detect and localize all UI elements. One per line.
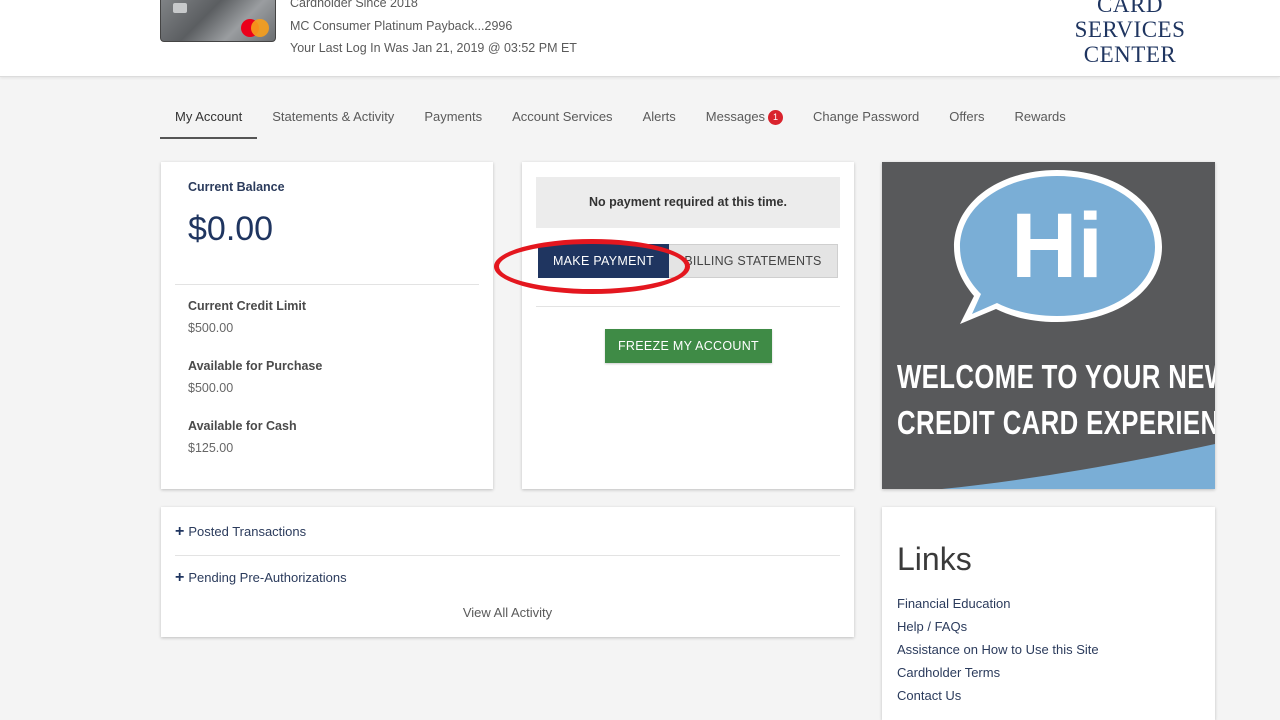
highlight-circle — [494, 239, 690, 294]
credit-limit-value: $500.00 — [188, 321, 234, 335]
tab-label: Messages — [705, 109, 766, 124]
divider — [175, 284, 479, 285]
card-chip — [173, 3, 187, 13]
credit-limit-stat: Current Credit Limit $500.00 — [188, 299, 306, 335]
brand-line-1: CARD SERVICES — [1074, 0, 1186, 42]
cardholder-since: Cardholder Since 2018 — [290, 0, 418, 10]
cardholder-info: Cardholder Since 2018 MC Consumer Platin… — [290, 0, 577, 60]
link-cardholder-terms[interactable]: Cardholder Terms — [897, 661, 1099, 684]
brand-logo: CARD SERVICES CENTER — [1040, 0, 1220, 67]
credit-limit-label: Current Credit Limit — [188, 299, 307, 313]
links-title: Links — [897, 541, 972, 577]
credit-card-image — [160, 0, 276, 42]
balance-panel: Current Balance $0.00 Current Credit Lim… — [161, 162, 493, 489]
messages-count-badge: 1 — [768, 110, 784, 125]
last-login: Your Last Log In Was Jan 21, 2019 @ 03:5… — [290, 41, 577, 55]
pending-preauth-label: Pending Pre-Authorizations — [188, 570, 347, 585]
welcome-promo-banner[interactable]: Hi WELCOME TO YOUR NEW CREDIT CARD EXPER… — [882, 162, 1215, 489]
posted-transactions-label: Posted Transactions — [188, 524, 307, 539]
links-panel: Links Financial Education Help / FAQs As… — [882, 507, 1215, 720]
billing-statements-button[interactable]: BILLING STATEMENTS — [668, 244, 838, 278]
tab-my-account[interactable]: My Account — [160, 97, 258, 139]
bubble-text: Hi — [1011, 195, 1103, 297]
tab-messages[interactable]: Messages 1 — [691, 97, 798, 139]
tab-alerts[interactable]: Alerts — [628, 97, 691, 139]
available-cash-value: $125.00 — [188, 441, 234, 455]
brand-line-2: CENTER — [1083, 42, 1177, 67]
tab-label: Payments — [424, 109, 483, 124]
tab-account-services[interactable]: Account Services — [497, 97, 627, 139]
tab-rewards[interactable]: Rewards — [999, 97, 1080, 139]
tab-label: Account Services — [512, 109, 613, 124]
tab-change-password[interactable]: Change Password — [798, 97, 934, 139]
promo-headline: WELCOME TO YOUR NEW CREDIT CARD EXPERIEN… — [897, 354, 1215, 446]
tab-label: Offers — [949, 109, 985, 124]
main-nav: My Account Statements & Activity Payment… — [160, 97, 1081, 139]
posted-transactions-toggle[interactable]: + Posted Transactions — [175, 523, 306, 541]
transactions-panel: + Posted Transactions + Pending Pre-Author… — [161, 507, 854, 637]
tab-label: Statements & Activity — [272, 109, 395, 124]
promo-line-1: WELCOME TO YOUR NEW — [897, 358, 1215, 395]
tab-offers[interactable]: Offers — [934, 97, 999, 139]
mastercard-icon — [241, 19, 269, 37]
link-site-assistance[interactable]: Assistance on How to Use this Site — [897, 638, 1099, 661]
tab-statements-activity[interactable]: Statements & Activity — [257, 97, 409, 139]
freeze-account-button[interactable]: FREEZE MY ACCOUNT — [605, 329, 772, 363]
link-contact-us[interactable]: Contact Us — [897, 684, 1099, 707]
tab-payments[interactable]: Payments — [409, 97, 497, 139]
available-cash-label: Available for Cash — [188, 419, 297, 433]
view-all-activity-link[interactable]: View All Activity — [161, 605, 854, 620]
tab-label: My Account — [175, 109, 243, 124]
pending-preauth-toggle[interactable]: + Pending Pre-Authorizations — [175, 569, 347, 587]
divider — [175, 555, 840, 556]
available-purchase-label: Available for Purchase — [188, 359, 323, 373]
tab-label: Change Password — [813, 109, 920, 124]
link-financial-education[interactable]: Financial Education — [897, 592, 1099, 615]
links-list: Financial Education Help / FAQs Assistan… — [897, 592, 1099, 707]
current-balance-amount: $0.00 — [188, 210, 274, 248]
tab-label: Alerts — [642, 109, 676, 124]
plus-icon: + — [175, 569, 185, 586]
available-purchase-value: $500.00 — [188, 381, 234, 395]
divider — [536, 306, 840, 307]
link-help-faqs[interactable]: Help / FAQs — [897, 615, 1099, 638]
payment-notice: No payment required at this time. — [536, 177, 840, 228]
page-header: Cardholder Since 2018 MC Consumer Platin… — [0, 0, 1280, 77]
plus-icon: + — [175, 523, 185, 540]
tab-label: Rewards — [1014, 109, 1066, 124]
promo-line-2: CREDIT CARD EXPERIENCE! — [897, 404, 1215, 441]
current-balance-label: Current Balance — [188, 180, 285, 194]
available-cash-stat: Available for Cash $125.00 — [188, 419, 297, 455]
account-name: MC Consumer Platinum Payback...2996 — [290, 18, 513, 33]
payment-panel: No payment required at this time. BILLIN… — [494, 162, 854, 489]
available-purchase-stat: Available for Purchase $500.00 — [188, 359, 322, 395]
